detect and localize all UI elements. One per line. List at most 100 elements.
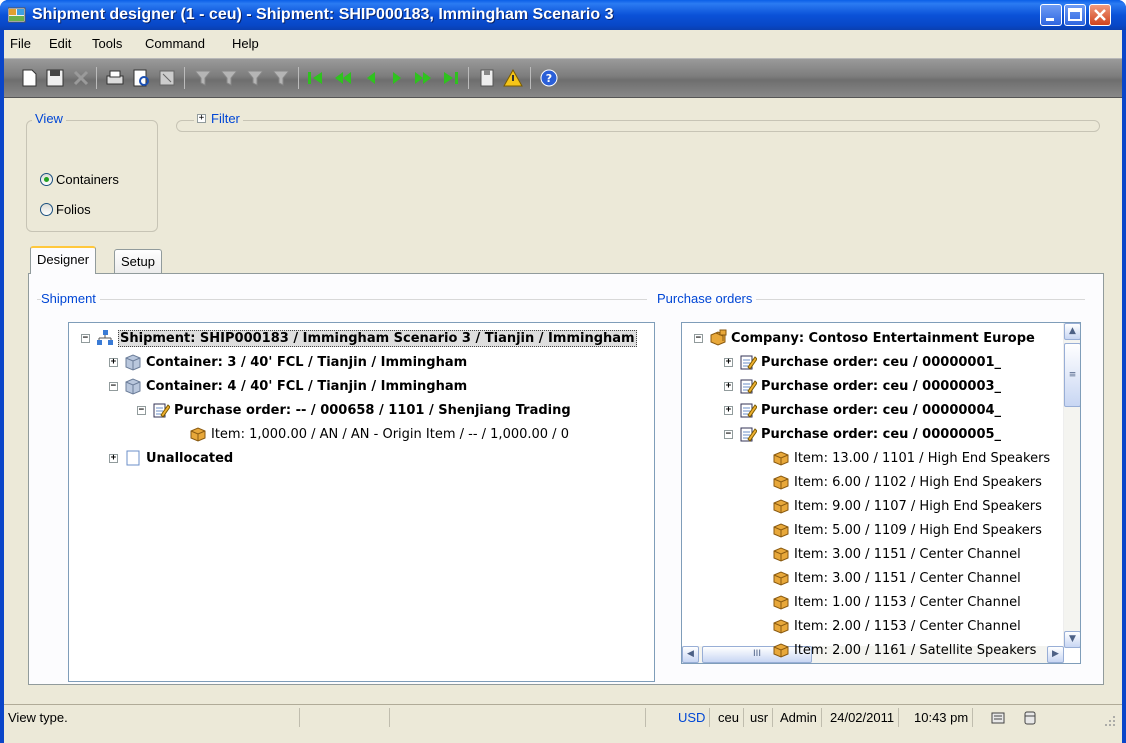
previous-record-icon[interactable]: [360, 67, 382, 89]
radio-containers[interactable]: Containers: [40, 172, 119, 187]
toolbar: ?: [4, 58, 1122, 98]
save-icon[interactable]: [44, 67, 66, 89]
tab-designer[interactable]: Designer: [30, 246, 97, 274]
po-tree-node[interactable]: Item: 13.00 / 1101 / High End Speakers: [772, 447, 1050, 469]
expand-icon[interactable]: +: [724, 381, 733, 391]
advanced-filter-icon[interactable]: [244, 67, 266, 89]
next-page-icon[interactable]: [412, 67, 434, 89]
purchase-order-icon: [740, 379, 757, 394]
scroll-thumb[interactable]: ≡: [1064, 343, 1080, 407]
item-box-icon: [773, 523, 789, 538]
print-icon[interactable]: [104, 67, 126, 89]
purchase-order-tree[interactable]: ▲ ≡ ▼ ◀ III ▶ − Company: Contoso Entertai…: [681, 322, 1081, 664]
po-tree-node-label: Item: 3.00 / 1151 / Center Channel: [794, 546, 1021, 562]
scroll-left-button[interactable]: ◀: [682, 646, 699, 663]
po-tree-node[interactable]: Item: 3.00 / 1151 / Center Channel: [772, 567, 1021, 589]
expand-icon[interactable]: +: [109, 357, 118, 367]
expand-icon[interactable]: +: [109, 453, 118, 463]
tab-setup[interactable]: Setup: [114, 249, 162, 273]
expand-icon[interactable]: +: [724, 357, 733, 367]
collapse-icon[interactable]: −: [694, 333, 703, 343]
print-preview-icon[interactable]: [130, 67, 152, 89]
radio-folios[interactable]: Folios: [40, 202, 91, 217]
database-log-icon[interactable]: [990, 710, 1006, 726]
purchase-order-icon: [740, 403, 757, 418]
menu-help[interactable]: Help: [232, 36, 259, 51]
last-record-icon[interactable]: [440, 67, 462, 89]
minimize-button[interactable]: [1040, 4, 1062, 26]
filter-group-header[interactable]: + Filter: [194, 111, 243, 126]
shipment-tree-node-label: Unallocated: [146, 450, 234, 466]
po-tree-node[interactable]: + Purchase order: ceu / 00000001_: [724, 351, 1001, 373]
po-tree-node-label: Item: 3.00 / 1151 / Center Channel: [794, 570, 1021, 586]
po-tree-node[interactable]: Item: 5.00 / 1109 / High End Speakers: [772, 519, 1042, 541]
po-tree-node[interactable]: Item: 1.00 / 1153 / Center Channel: [772, 591, 1021, 613]
filter-group: [176, 120, 1100, 132]
scroll-right-button[interactable]: ▶: [1047, 646, 1064, 663]
status-user: Admin: [776, 708, 822, 727]
shipment-tree-node[interactable]: − Shipment: SHIP000183 / Immingham Scenar…: [81, 327, 637, 349]
document-handling-icon[interactable]: [476, 67, 498, 89]
shipment-tree-node-label: Container: 4 / 40' FCL / Tianjin / Immin…: [146, 378, 468, 394]
title-bar[interactable]: Shipment designer (1 - ceu) - Shipment: …: [0, 0, 1126, 30]
po-tree-node[interactable]: − Purchase order: ceu / 00000005_: [724, 423, 1001, 445]
section-divider: [37, 299, 647, 300]
expand-icon[interactable]: +: [724, 405, 733, 415]
shipment-tree[interactable]: − Shipment: SHIP000183 / Immingham Scenar…: [68, 322, 655, 682]
export-icon[interactable]: [156, 67, 178, 89]
help-icon[interactable]: ?: [538, 67, 560, 89]
collapse-icon[interactable]: −: [81, 333, 90, 343]
delete-icon[interactable]: [70, 67, 92, 89]
filter-icon[interactable]: [192, 67, 214, 89]
radio-button-selected[interactable]: [40, 173, 53, 186]
collapse-icon[interactable]: −: [724, 429, 733, 439]
container-icon: [125, 354, 141, 371]
po-tree-node[interactable]: Item: 2.00 / 1153 / Center Channel: [772, 615, 1021, 637]
database-icon[interactable]: [1022, 710, 1038, 726]
po-tree-node[interactable]: − Company: Contoso Entertainment Europe: [694, 327, 1035, 349]
scroll-up-button[interactable]: ▲: [1064, 323, 1080, 340]
po-vertical-scrollbar[interactable]: ▲ ≡ ▼: [1063, 323, 1080, 648]
shipment-tree-node-label: Item: 1,000.00 / AN / AN - Origin Item /…: [211, 426, 569, 442]
po-tree-node[interactable]: Item: 3.00 / 1151 / Center Channel: [772, 543, 1021, 565]
po-tree-node[interactable]: Item: 9.00 / 1107 / High End Speakers: [772, 495, 1042, 517]
collapse-icon[interactable]: −: [109, 381, 118, 391]
radio-button[interactable]: [40, 203, 53, 216]
maximize-button[interactable]: [1064, 4, 1086, 26]
shipment-tree-node-label: Container: 3 / 40' FCL / Tianjin / Immin…: [146, 354, 468, 370]
menu-edit[interactable]: Edit: [49, 36, 71, 51]
status-bar: View type. USD ceu usr Admin 24/02/2011 …: [4, 704, 1122, 729]
po-tree-node[interactable]: + Purchase order: ceu / 00000004_: [724, 399, 1001, 421]
status-company[interactable]: ceu: [714, 708, 744, 727]
window-title: Shipment designer (1 - ceu) - Shipment: …: [32, 6, 614, 23]
status-currency[interactable]: USD: [674, 708, 711, 727]
scroll-down-button[interactable]: ▼: [1064, 631, 1080, 648]
resize-grip-icon[interactable]: [1104, 715, 1116, 727]
filter-by-selection-icon[interactable]: [218, 67, 240, 89]
close-button[interactable]: [1089, 4, 1111, 26]
new-document-icon[interactable]: [18, 67, 40, 89]
filter-expand-icon[interactable]: +: [197, 114, 206, 123]
shipment-tree-node[interactable]: + Unallocated: [109, 447, 233, 469]
alert-icon[interactable]: [502, 67, 524, 89]
previous-page-icon[interactable]: [332, 67, 354, 89]
po-tree-node[interactable]: + Purchase order: ceu / 00000003_: [724, 375, 1001, 397]
next-record-icon[interactable]: [386, 67, 408, 89]
item-box-icon: [773, 595, 789, 610]
collapse-icon[interactable]: −: [137, 405, 146, 415]
menu-command[interactable]: Command: [145, 36, 205, 51]
shipment-tree-node[interactable]: Item: 1,000.00 / AN / AN - Origin Item /…: [189, 423, 569, 445]
item-box-icon: [773, 571, 789, 586]
po-tree-node-label: Item: 5.00 / 1109 / High End Speakers: [794, 522, 1042, 538]
menu-file[interactable]: File: [10, 36, 31, 51]
shipment-tree-node[interactable]: + Container: 3 / 40' FCL / Tianjin / Immi…: [109, 351, 467, 373]
first-record-icon[interactable]: [304, 67, 326, 89]
status-empty-cell: [300, 708, 390, 727]
shipment-tree-node[interactable]: − Purchase order: -- / 000658 / 1101 / Sh…: [137, 399, 571, 421]
purchase-order-icon: [153, 403, 170, 418]
po-tree-node[interactable]: Item: 2.00 / 1161 / Satellite Speakers: [772, 639, 1036, 661]
shipment-tree-node[interactable]: − Container: 4 / 40' FCL / Tianjin / Immi…: [109, 375, 467, 397]
po-tree-node[interactable]: Item: 6.00 / 1102 / High End Speakers: [772, 471, 1042, 493]
menu-tools[interactable]: Tools: [92, 36, 122, 51]
remove-filter-icon[interactable]: [270, 67, 292, 89]
